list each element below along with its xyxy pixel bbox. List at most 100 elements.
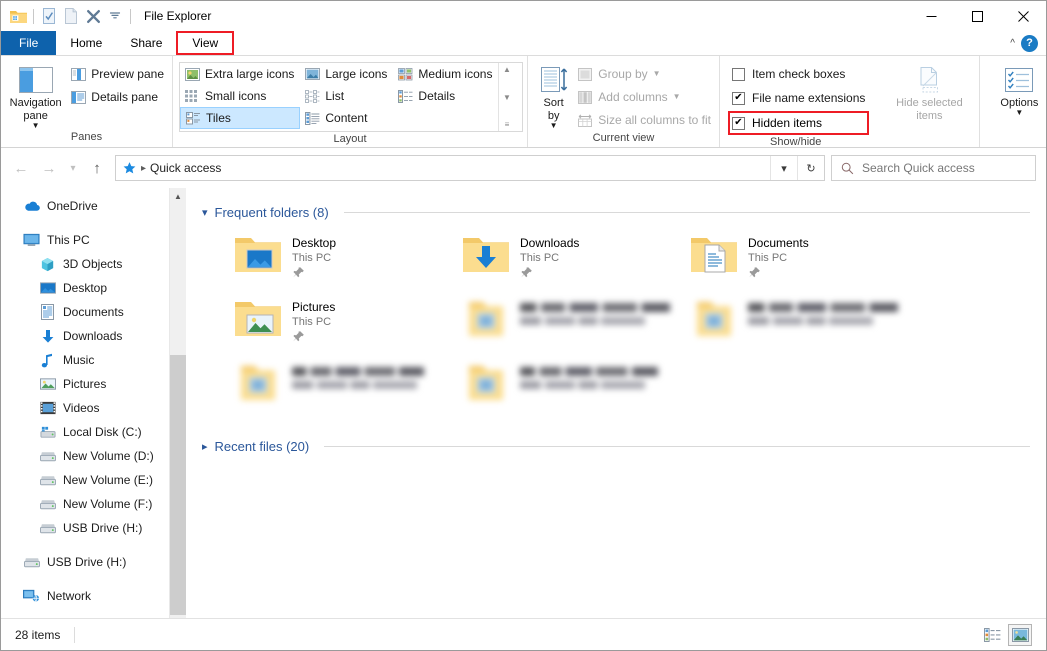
options-caret-icon[interactable]: ▼ bbox=[1015, 109, 1023, 117]
preview-pane-icon bbox=[70, 66, 86, 82]
sidebar-item-3d-objects[interactable]: 3D Objects bbox=[1, 252, 169, 276]
sidebar-item-documents[interactable]: Documents bbox=[1, 300, 169, 324]
maximize-button[interactable] bbox=[954, 1, 1000, 31]
search-box[interactable]: Search Quick access bbox=[831, 155, 1036, 181]
delete-icon[interactable] bbox=[82, 5, 104, 27]
medium-icons-label: Medium icons bbox=[418, 67, 493, 81]
list-item[interactable]: Desktop This PC bbox=[234, 228, 462, 292]
list-item[interactable]: Pictures This PC bbox=[234, 292, 462, 356]
file-name-extensions-option[interactable]: ✔ File name extensions bbox=[728, 87, 869, 109]
sidebar-label-documents: Documents bbox=[63, 305, 124, 319]
sidebar-item-new-volume-d[interactable]: New Volume (D:) bbox=[1, 444, 169, 468]
sidebar-item-desktop[interactable]: Desktop bbox=[1, 276, 169, 300]
sidebar-item-downloads[interactable]: Downloads bbox=[1, 324, 169, 348]
scrollbar-thumb[interactable] bbox=[169, 355, 187, 615]
gallery-expand-icon[interactable]: ≡ bbox=[505, 120, 510, 129]
sidebar-item-new-volume-e[interactable]: New Volume (E:) bbox=[1, 468, 169, 492]
group-by-caret-icon[interactable]: ▼ bbox=[653, 70, 661, 78]
tab-home[interactable]: Home bbox=[56, 31, 116, 55]
options-group-label bbox=[980, 130, 1047, 147]
gallery-scroll-up-icon[interactable]: ▲ bbox=[503, 65, 511, 74]
minimize-button[interactable] bbox=[908, 1, 954, 31]
layout-details[interactable]: Details bbox=[393, 85, 498, 107]
hide-selected-items-button[interactable]: Hide selected items bbox=[883, 60, 975, 123]
scrollbar-track[interactable] bbox=[169, 205, 187, 615]
sidebar-item-videos[interactable]: Videos bbox=[1, 396, 169, 420]
tab-view[interactable]: View bbox=[176, 31, 235, 55]
item-check-boxes-option[interactable]: Item check boxes bbox=[728, 63, 869, 85]
sidebar-item-usb-drive-h[interactable]: USB Drive (H:) bbox=[1, 550, 169, 574]
navigation-pane-button[interactable]: Navigation pane ▼ bbox=[5, 60, 66, 130]
properties-icon[interactable] bbox=[38, 5, 60, 27]
refresh-icon[interactable]: ↻ bbox=[797, 156, 824, 180]
sort-by-button[interactable]: Sort by ▼ bbox=[534, 60, 573, 130]
layout-tiles[interactable]: Tiles bbox=[180, 107, 301, 129]
sidebar-item-network[interactable]: Network bbox=[1, 584, 169, 608]
sidebar-item-this-pc[interactable]: This PC bbox=[1, 228, 169, 252]
folder-location: This PC bbox=[292, 316, 332, 328]
list-item[interactable] bbox=[234, 356, 462, 420]
tab-share[interactable]: Share bbox=[116, 31, 176, 55]
layout-large-icons[interactable]: Large icons bbox=[300, 63, 393, 85]
new-folder-icon[interactable] bbox=[60, 5, 82, 27]
layout-list[interactable]: List bbox=[300, 85, 393, 107]
list-item[interactable]: Downloads This PC bbox=[462, 228, 690, 292]
options-button[interactable]: Options ▼ bbox=[984, 60, 1047, 117]
large-icons-view-button[interactable] bbox=[1008, 623, 1032, 646]
help-icon[interactable]: ? bbox=[1021, 34, 1038, 52]
address-field[interactable]: ▸ Quick access ▾ ↻ bbox=[115, 155, 825, 181]
layout-extra-large-icons[interactable]: Extra large icons bbox=[180, 63, 300, 85]
navigation-pane: OneDrive This PC 3D Objects Desktop Docu… bbox=[1, 188, 169, 618]
sidebar-item-onedrive[interactable]: OneDrive bbox=[1, 194, 169, 218]
navigation-pane-scrollbar[interactable]: ▲ ▼ bbox=[169, 188, 187, 618]
back-button[interactable]: ← bbox=[7, 154, 35, 182]
section-frequent-folders[interactable]: ▾ Frequent folders (8) bbox=[186, 188, 1046, 222]
forward-button[interactable]: → bbox=[35, 154, 63, 182]
scroll-up-icon[interactable]: ▲ bbox=[170, 188, 187, 205]
close-button[interactable] bbox=[1000, 1, 1046, 31]
chevron-right-icon[interactable]: ▸ bbox=[202, 440, 208, 453]
medium-icons-icon bbox=[397, 66, 413, 82]
layout-small-icons[interactable]: Small icons bbox=[180, 85, 300, 107]
hidden-items-checkbox[interactable]: ✔ bbox=[732, 116, 745, 130]
tile-text bbox=[520, 360, 670, 389]
list-item[interactable] bbox=[462, 356, 690, 420]
navigation-pane-caret-icon[interactable]: ▼ bbox=[32, 122, 40, 130]
sidebar-label-network: Network bbox=[47, 589, 92, 603]
sort-by-caret-icon[interactable]: ▼ bbox=[550, 122, 558, 130]
group-by-button[interactable]: Group by ▼ bbox=[573, 63, 715, 85]
layout-medium-icons[interactable]: Medium icons bbox=[393, 63, 498, 85]
file-name-extensions-checkbox[interactable]: ✔ bbox=[732, 91, 745, 105]
customize-qat-icon[interactable] bbox=[104, 5, 126, 27]
hidden-items-option[interactable]: ✔ Hidden items bbox=[728, 111, 870, 135]
list-item[interactable] bbox=[462, 292, 690, 356]
add-columns-caret-icon[interactable]: ▼ bbox=[673, 93, 681, 101]
add-columns-button[interactable]: Add columns ▼ bbox=[573, 86, 715, 108]
gallery-scroll-down-icon[interactable]: ▼ bbox=[503, 93, 511, 102]
size-all-columns-button[interactable]: Size all columns to fit bbox=[573, 109, 715, 131]
recent-locations-button[interactable]: ▾ bbox=[63, 154, 83, 182]
details-pane-button[interactable]: Details pane bbox=[66, 86, 168, 108]
sidebar-item-usb-drive-h-child[interactable]: USB Drive (H:) bbox=[1, 516, 169, 540]
explorer-icon[interactable] bbox=[7, 5, 29, 27]
layout-gallery-scrollbar[interactable]: ▲ ▼ ≡ bbox=[498, 63, 514, 131]
details-view-button[interactable] bbox=[980, 624, 1004, 646]
collapse-ribbon-icon[interactable]: ^ bbox=[1010, 38, 1015, 49]
preview-pane-button[interactable]: Preview pane bbox=[66, 63, 168, 85]
sidebar-item-music[interactable]: Music bbox=[1, 348, 169, 372]
item-check-boxes-checkbox[interactable] bbox=[732, 67, 745, 81]
list-item[interactable]: Documents This PC bbox=[690, 228, 918, 292]
panes-group-label: Panes bbox=[70, 131, 103, 143]
folder-documents-icon bbox=[690, 232, 738, 280]
sidebar-item-new-volume-f[interactable]: New Volume (F:) bbox=[1, 492, 169, 516]
chevron-down-icon[interactable]: ▾ bbox=[202, 206, 208, 219]
layout-content[interactable]: Content bbox=[300, 107, 393, 129]
tab-file[interactable]: File bbox=[1, 31, 57, 55]
up-button[interactable]: ↑ bbox=[83, 154, 111, 182]
list-item[interactable] bbox=[690, 292, 918, 356]
previous-locations-icon[interactable]: ▾ bbox=[770, 156, 797, 180]
sidebar-item-local-disk-c[interactable]: Local Disk (C:) bbox=[1, 420, 169, 444]
sidebar-item-pictures[interactable]: Pictures bbox=[1, 372, 169, 396]
section-recent-files[interactable]: ▸ Recent files (20) bbox=[186, 420, 1046, 454]
breadcrumb-quick-access[interactable]: Quick access bbox=[150, 161, 221, 175]
